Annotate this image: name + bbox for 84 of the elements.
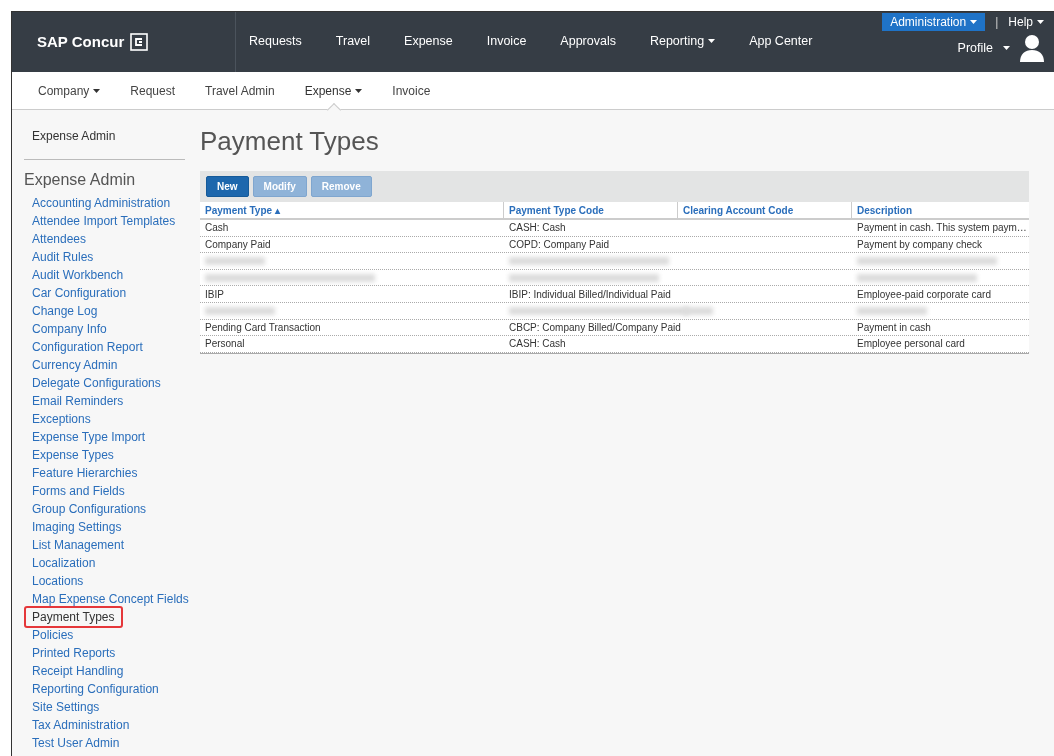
nav-link[interactable]: Invoice [486, 31, 527, 51]
sidebar-item[interactable]: Configuration Report [24, 337, 151, 357]
page-title: Payment Types [200, 125, 380, 158]
sidebar-item[interactable]: List Management [24, 535, 133, 555]
table-cell: Cash [205, 222, 229, 234]
sidebar-item[interactable]: Currency Admin [24, 355, 126, 375]
table-cell: COPD: Company Paid [509, 238, 610, 250]
subnav-tab[interactable]: Request [130, 72, 176, 109]
subnav-tab[interactable]: Invoice [392, 72, 431, 109]
profile-button[interactable]: Profile [957, 38, 1010, 58]
sidebar-item[interactable]: Car Configuration [24, 283, 135, 303]
sidebar-item[interactable]: Audit Workbench [24, 265, 132, 285]
subnav-tab[interactable]: Company [38, 72, 101, 109]
sidebar-item[interactable]: Company Info [24, 319, 115, 339]
toolbar-button[interactable]: New [206, 176, 249, 197]
administration-button[interactable]: Administration [882, 13, 986, 31]
sidebar-item[interactable]: Forms and Fields [24, 481, 133, 501]
logo-text: SAP Concur [37, 31, 125, 52]
sidebar-item[interactable]: Printed Reports [24, 643, 124, 663]
table-row[interactable]: Personal CASH: Cash Employee personal card [200, 336, 1029, 353]
blurred-cell [205, 306, 275, 315]
nav-link[interactable]: Expense [404, 31, 453, 51]
avatar-icon[interactable] [1020, 34, 1044, 62]
sidebar-item[interactable]: Exceptions [24, 409, 99, 429]
sidebar-item[interactable]: Email Reminders [24, 391, 132, 411]
table-cell: Employee personal card [857, 338, 965, 350]
sidebar-item[interactable]: Locations [24, 571, 92, 591]
table-cell: Pending Card Transaction [205, 321, 321, 333]
sidebar-item[interactable]: Map Expense Concept Fields [24, 589, 197, 609]
separator: | [995, 14, 999, 31]
table-row[interactable]: Company Paid COPD: Company Paid Payment by company check [200, 236, 1029, 254]
table-row[interactable]: Cash CASH: Cash Payment in cash. This system paym… [200, 220, 1029, 237]
sidebar-item[interactable]: Receipt Handling [24, 661, 132, 681]
column-header[interactable]: Payment Type Code [504, 202, 678, 218]
blurred-cell [857, 306, 927, 315]
table-cell: Payment in cash [857, 321, 931, 333]
sidebar-item[interactable]: Payment Types [24, 606, 123, 628]
table-cell: CASH: Cash [509, 338, 566, 350]
nav-link[interactable]: Reporting [649, 31, 716, 51]
logo-icon [130, 33, 149, 51]
caret-icon [1003, 46, 1010, 51]
column-header[interactable]: Payment Type ▴ [200, 202, 504, 218]
subnav-tab[interactable]: Travel Admin [205, 72, 275, 109]
sidebar-item[interactable]: Test User Admin [24, 733, 128, 753]
table-cell: IBIP [205, 288, 224, 300]
caret-icon [970, 20, 978, 24]
sidebar-item[interactable]: Policies [24, 625, 82, 645]
sidebar-item[interactable]: Audit Rules [24, 247, 102, 267]
sidebar-item[interactable]: Localization [24, 553, 104, 573]
caret-icon [1037, 20, 1044, 24]
sidebar-item[interactable]: Expense Type Import [24, 427, 154, 447]
sidebar-item[interactable]: Tax Administration [24, 715, 138, 735]
nav-link[interactable]: Approvals [560, 31, 616, 51]
table-cell: Payment in cash. This system paym… [857, 222, 1027, 234]
sidebar-item[interactable]: Accounting Administration [24, 193, 179, 213]
subnav-tab[interactable]: Expense [304, 72, 363, 109]
sidebar-item[interactable]: Feature Hierarchies [24, 463, 146, 483]
sidebar-item[interactable]: Attendee Import Templates [24, 211, 184, 231]
blurred-cell [205, 257, 265, 265]
sidebar-item[interactable]: Attendees [24, 229, 95, 249]
table-cell: Company Paid [205, 238, 271, 250]
table-row[interactable]: IBIP IBIP: Individual Billed/Individual Paid Employee-paid corporate card [200, 286, 1029, 303]
table-cell: Personal [205, 338, 245, 350]
nav-link[interactable]: Requests [249, 31, 302, 51]
sidebar-item[interactable]: Delegate Configurations [24, 373, 169, 393]
sidebar-link[interactable]: Expense Admin [24, 127, 186, 145]
table-cell: Employee-paid corporate card [857, 288, 991, 300]
column-header[interactable]: Clearing Account Code [678, 202, 852, 218]
sidebar-item[interactable]: Reporting Configuration [24, 679, 167, 699]
table-cell: Payment by company check [857, 238, 983, 250]
nav-link[interactable]: App Center [749, 31, 813, 51]
column-header[interactable]: Description [852, 202, 1028, 218]
sidebar-item[interactable]: Expense Types [24, 445, 122, 465]
table-row[interactable]: Pending Card Transaction CBCP: Company Billed/Company Paid Payment in cash [200, 319, 1029, 337]
table-cell: IBIP: Individual Billed/Individual Paid [509, 288, 671, 300]
help-button[interactable]: Help [1008, 13, 1044, 31]
sidebar-item[interactable]: Change Log [24, 301, 106, 321]
sidebar-heading: Expense Admin [24, 170, 137, 190]
nav-link[interactable]: Travel [335, 31, 371, 51]
table-cell: CASH: Cash [509, 222, 566, 234]
sidebar-item[interactable]: Imaging Settings [24, 517, 130, 537]
sidebar-item[interactable]: Site Settings [24, 697, 108, 717]
table-cell: CBCP: Company Billed/Company Paid [509, 321, 681, 333]
sidebar-item[interactable]: Group Configurations [24, 499, 155, 519]
